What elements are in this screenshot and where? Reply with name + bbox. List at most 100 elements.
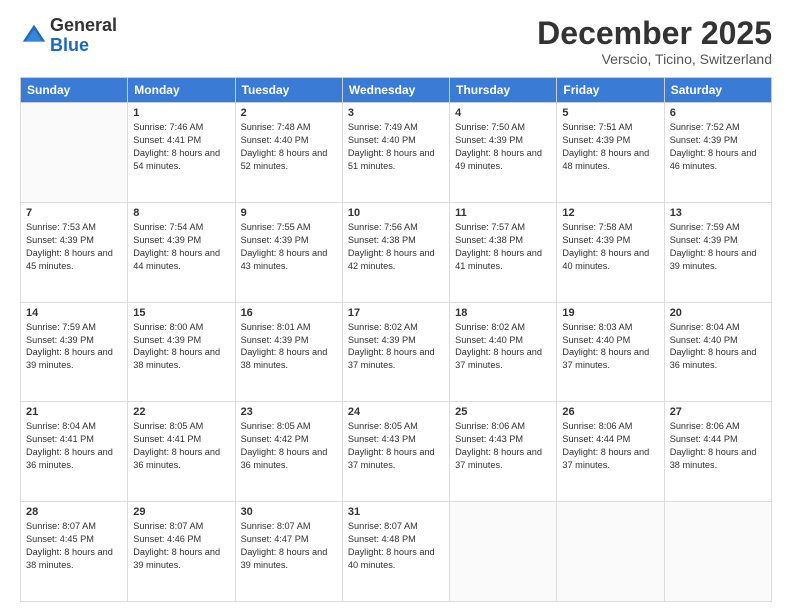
day-info: Sunrise: 8:06 AM Sunset: 4:44 PM Dayligh…: [670, 420, 766, 472]
day-number: 3: [348, 107, 444, 119]
calendar-cell-3-6: 27 Sunrise: 8:06 AM Sunset: 4:44 PM Dayl…: [664, 402, 771, 502]
month-title: December 2025: [537, 16, 772, 51]
location: Verscio, Ticino, Switzerland: [537, 51, 772, 67]
calendar-cell-2-6: 20 Sunrise: 8:04 AM Sunset: 4:40 PM Dayl…: [664, 302, 771, 402]
day-info: Sunrise: 8:05 AM Sunset: 4:43 PM Dayligh…: [348, 420, 444, 472]
day-info: Sunrise: 8:03 AM Sunset: 4:40 PM Dayligh…: [562, 321, 658, 373]
calendar-cell-2-1: 15 Sunrise: 8:00 AM Sunset: 4:39 PM Dayl…: [128, 302, 235, 402]
header-tuesday: Tuesday: [235, 78, 342, 103]
calendar-cell-3-2: 23 Sunrise: 8:05 AM Sunset: 4:42 PM Dayl…: [235, 402, 342, 502]
calendar-cell-3-0: 21 Sunrise: 8:04 AM Sunset: 4:41 PM Dayl…: [21, 402, 128, 502]
day-info: Sunrise: 7:49 AM Sunset: 4:40 PM Dayligh…: [348, 121, 444, 173]
day-number: 27: [670, 406, 766, 418]
day-number: 30: [241, 506, 337, 518]
calendar-cell-0-1: 1 Sunrise: 7:46 AM Sunset: 4:41 PM Dayli…: [128, 103, 235, 203]
week-row-2: 7 Sunrise: 7:53 AM Sunset: 4:39 PM Dayli…: [21, 202, 772, 302]
day-info: Sunrise: 8:00 AM Sunset: 4:39 PM Dayligh…: [133, 321, 229, 373]
header-friday: Friday: [557, 78, 664, 103]
day-info: Sunrise: 7:51 AM Sunset: 4:39 PM Dayligh…: [562, 121, 658, 173]
calendar-cell-2-2: 16 Sunrise: 8:01 AM Sunset: 4:39 PM Dayl…: [235, 302, 342, 402]
day-number: 2: [241, 107, 337, 119]
calendar-cell-4-2: 30 Sunrise: 8:07 AM Sunset: 4:47 PM Dayl…: [235, 502, 342, 602]
calendar-cell-1-0: 7 Sunrise: 7:53 AM Sunset: 4:39 PM Dayli…: [21, 202, 128, 302]
calendar-cell-4-3: 31 Sunrise: 8:07 AM Sunset: 4:48 PM Dayl…: [342, 502, 449, 602]
calendar-cell-1-4: 11 Sunrise: 7:57 AM Sunset: 4:38 PM Dayl…: [450, 202, 557, 302]
calendar-cell-0-5: 5 Sunrise: 7:51 AM Sunset: 4:39 PM Dayli…: [557, 103, 664, 203]
calendar-cell-0-4: 4 Sunrise: 7:50 AM Sunset: 4:39 PM Dayli…: [450, 103, 557, 203]
day-number: 22: [133, 406, 229, 418]
header-wednesday: Wednesday: [342, 78, 449, 103]
calendar-cell-4-6: [664, 502, 771, 602]
calendar-cell-2-5: 19 Sunrise: 8:03 AM Sunset: 4:40 PM Dayl…: [557, 302, 664, 402]
day-info: Sunrise: 8:05 AM Sunset: 4:41 PM Dayligh…: [133, 420, 229, 472]
day-number: 1: [133, 107, 229, 119]
week-row-4: 21 Sunrise: 8:04 AM Sunset: 4:41 PM Dayl…: [21, 402, 772, 502]
calendar-cell-1-1: 8 Sunrise: 7:54 AM Sunset: 4:39 PM Dayli…: [128, 202, 235, 302]
day-info: Sunrise: 8:07 AM Sunset: 4:47 PM Dayligh…: [241, 520, 337, 572]
header-sunday: Sunday: [21, 78, 128, 103]
calendar-cell-2-0: 14 Sunrise: 7:59 AM Sunset: 4:39 PM Dayl…: [21, 302, 128, 402]
day-info: Sunrise: 7:50 AM Sunset: 4:39 PM Dayligh…: [455, 121, 551, 173]
calendar-cell-1-5: 12 Sunrise: 7:58 AM Sunset: 4:39 PM Dayl…: [557, 202, 664, 302]
day-info: Sunrise: 7:59 AM Sunset: 4:39 PM Dayligh…: [26, 321, 122, 373]
day-info: Sunrise: 7:55 AM Sunset: 4:39 PM Dayligh…: [241, 221, 337, 273]
day-number: 28: [26, 506, 122, 518]
day-info: Sunrise: 8:07 AM Sunset: 4:46 PM Dayligh…: [133, 520, 229, 572]
day-number: 24: [348, 406, 444, 418]
day-number: 20: [670, 307, 766, 319]
day-number: 26: [562, 406, 658, 418]
day-number: 14: [26, 307, 122, 319]
week-row-3: 14 Sunrise: 7:59 AM Sunset: 4:39 PM Dayl…: [21, 302, 772, 402]
day-info: Sunrise: 7:48 AM Sunset: 4:40 PM Dayligh…: [241, 121, 337, 173]
calendar-cell-0-0: [21, 103, 128, 203]
calendar-cell-4-1: 29 Sunrise: 8:07 AM Sunset: 4:46 PM Dayl…: [128, 502, 235, 602]
logo-icon: [20, 22, 48, 50]
logo: General Blue: [20, 16, 117, 56]
day-number: 7: [26, 207, 122, 219]
day-info: Sunrise: 7:46 AM Sunset: 4:41 PM Dayligh…: [133, 121, 229, 173]
calendar-cell-3-5: 26 Sunrise: 8:06 AM Sunset: 4:44 PM Dayl…: [557, 402, 664, 502]
day-number: 6: [670, 107, 766, 119]
day-info: Sunrise: 8:06 AM Sunset: 4:43 PM Dayligh…: [455, 420, 551, 472]
week-row-5: 28 Sunrise: 8:07 AM Sunset: 4:45 PM Dayl…: [21, 502, 772, 602]
calendar-cell-4-0: 28 Sunrise: 8:07 AM Sunset: 4:45 PM Dayl…: [21, 502, 128, 602]
logo-blue: Blue: [50, 36, 117, 56]
day-info: Sunrise: 7:56 AM Sunset: 4:38 PM Dayligh…: [348, 221, 444, 273]
header: General Blue December 2025 Verscio, Tici…: [20, 16, 772, 67]
header-saturday: Saturday: [664, 78, 771, 103]
day-number: 11: [455, 207, 551, 219]
title-section: December 2025 Verscio, Ticino, Switzerla…: [537, 16, 772, 67]
day-number: 25: [455, 406, 551, 418]
weekday-header-row: Sunday Monday Tuesday Wednesday Thursday…: [21, 78, 772, 103]
day-info: Sunrise: 8:02 AM Sunset: 4:39 PM Dayligh…: [348, 321, 444, 373]
calendar-cell-1-3: 10 Sunrise: 7:56 AM Sunset: 4:38 PM Dayl…: [342, 202, 449, 302]
week-row-1: 1 Sunrise: 7:46 AM Sunset: 4:41 PM Dayli…: [21, 103, 772, 203]
day-info: Sunrise: 8:02 AM Sunset: 4:40 PM Dayligh…: [455, 321, 551, 373]
day-info: Sunrise: 8:06 AM Sunset: 4:44 PM Dayligh…: [562, 420, 658, 472]
calendar-cell-1-6: 13 Sunrise: 7:59 AM Sunset: 4:39 PM Dayl…: [664, 202, 771, 302]
day-number: 23: [241, 406, 337, 418]
logo-text: General Blue: [50, 16, 117, 56]
day-info: Sunrise: 8:05 AM Sunset: 4:42 PM Dayligh…: [241, 420, 337, 472]
day-number: 10: [348, 207, 444, 219]
day-number: 8: [133, 207, 229, 219]
calendar-cell-0-6: 6 Sunrise: 7:52 AM Sunset: 4:39 PM Dayli…: [664, 103, 771, 203]
day-info: Sunrise: 7:57 AM Sunset: 4:38 PM Dayligh…: [455, 221, 551, 273]
day-number: 31: [348, 506, 444, 518]
calendar-cell-3-3: 24 Sunrise: 8:05 AM Sunset: 4:43 PM Dayl…: [342, 402, 449, 502]
day-info: Sunrise: 7:59 AM Sunset: 4:39 PM Dayligh…: [670, 221, 766, 273]
calendar-cell-0-3: 3 Sunrise: 7:49 AM Sunset: 4:40 PM Dayli…: [342, 103, 449, 203]
day-info: Sunrise: 7:53 AM Sunset: 4:39 PM Dayligh…: [26, 221, 122, 273]
calendar-cell-1-2: 9 Sunrise: 7:55 AM Sunset: 4:39 PM Dayli…: [235, 202, 342, 302]
calendar-cell-0-2: 2 Sunrise: 7:48 AM Sunset: 4:40 PM Dayli…: [235, 103, 342, 203]
calendar-cell-2-4: 18 Sunrise: 8:02 AM Sunset: 4:40 PM Dayl…: [450, 302, 557, 402]
day-number: 21: [26, 406, 122, 418]
calendar-cell-4-5: [557, 502, 664, 602]
day-info: Sunrise: 8:01 AM Sunset: 4:39 PM Dayligh…: [241, 321, 337, 373]
day-info: Sunrise: 8:04 AM Sunset: 4:41 PM Dayligh…: [26, 420, 122, 472]
day-number: 12: [562, 207, 658, 219]
day-info: Sunrise: 8:07 AM Sunset: 4:48 PM Dayligh…: [348, 520, 444, 572]
calendar-cell-4-4: [450, 502, 557, 602]
calendar-cell-2-3: 17 Sunrise: 8:02 AM Sunset: 4:39 PM Dayl…: [342, 302, 449, 402]
logo-general: General: [50, 16, 117, 36]
